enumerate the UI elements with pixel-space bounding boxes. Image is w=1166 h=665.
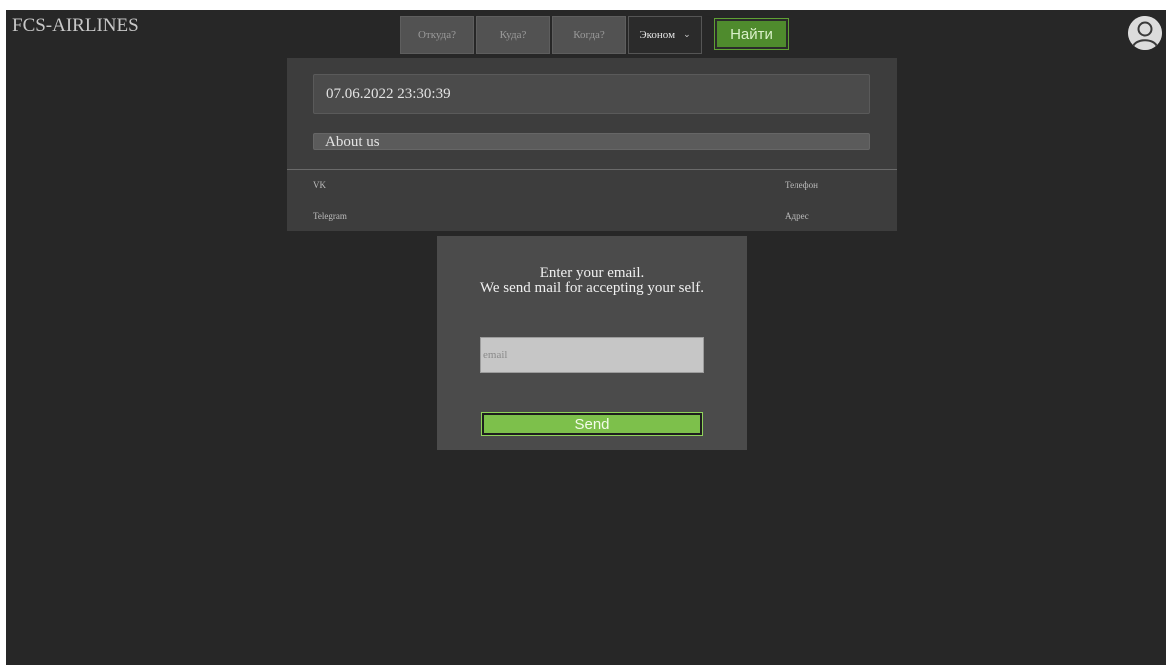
modal-line-1: Enter your email. — [539, 265, 645, 281]
flight-search-bar: Откуда? Куда? Когда? Эконом ⌄ Найти — [400, 16, 789, 54]
when-field[interactable]: Когда? — [552, 16, 626, 54]
footer-divider — [287, 169, 897, 170]
current-datetime: 07.06.2022 23:30:39 — [313, 74, 870, 114]
send-button[interactable]: Send — [481, 412, 703, 436]
modal-line-2: We send mail for accepting your self. — [479, 280, 705, 296]
chevron-down-icon: ⌄ — [683, 30, 691, 40]
email-verification-modal: Enter your email. We send mail for accep… — [437, 236, 747, 450]
class-select-value: Эконом — [639, 29, 676, 41]
about-us-link[interactable]: About us — [313, 133, 870, 150]
to-field[interactable]: Куда? — [476, 16, 550, 54]
user-avatar-icon[interactable] — [1128, 16, 1162, 50]
from-field[interactable]: Откуда? — [400, 16, 474, 54]
vk-link[interactable]: VK — [313, 180, 326, 190]
class-select[interactable]: Эконом ⌄ — [628, 16, 702, 54]
find-button[interactable]: Найти — [714, 18, 789, 50]
telegram-link[interactable]: Telegram — [313, 211, 347, 221]
modal-message: Enter your email. We send mail for accep… — [477, 266, 707, 296]
page: FCS-AIRLINES Откуда? Куда? Когда? Эконом… — [6, 10, 1166, 665]
phone-label: Телефон — [785, 180, 818, 190]
address-label: Адрес — [785, 211, 809, 221]
email-input[interactable] — [480, 337, 704, 373]
content-panel: 07.06.2022 23:30:39 About us VK Telegram… — [287, 58, 897, 231]
site-logo[interactable]: FCS-AIRLINES — [12, 16, 139, 36]
